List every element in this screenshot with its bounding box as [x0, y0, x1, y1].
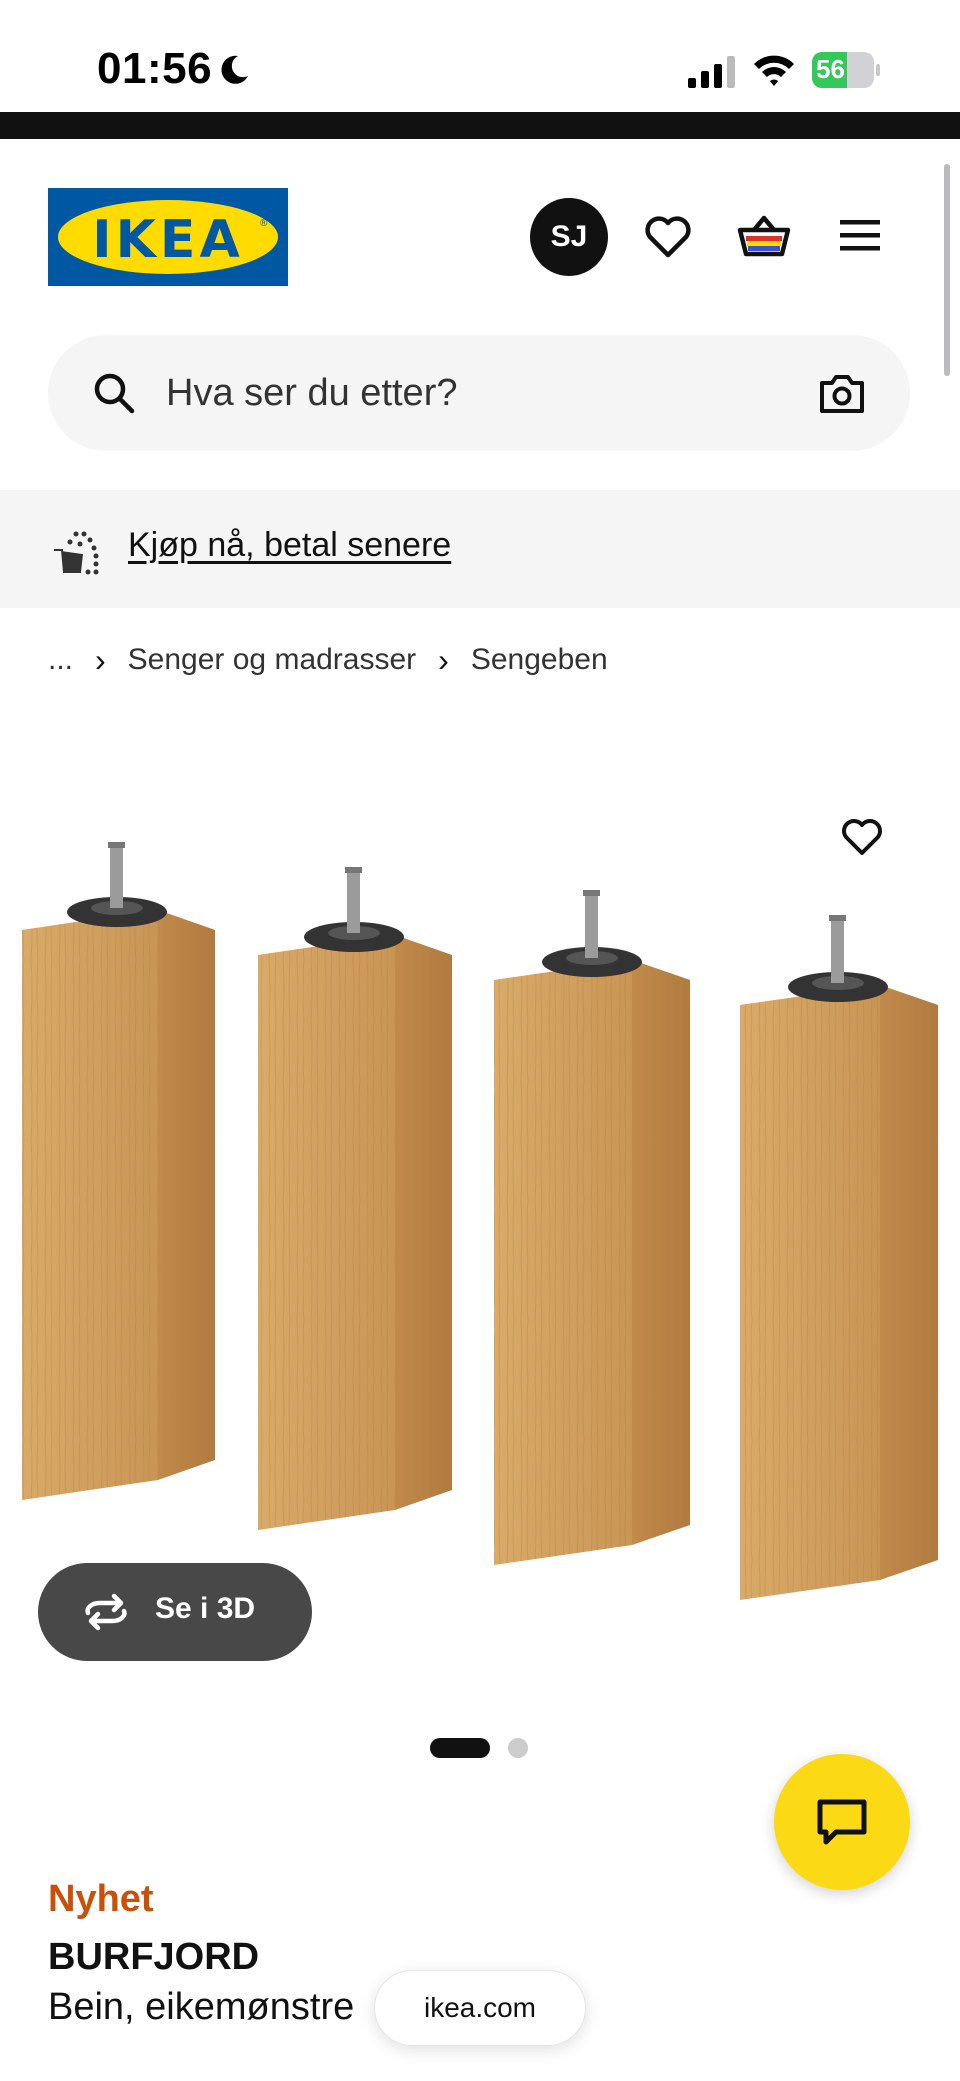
bed-leg-1 [22, 842, 215, 1500]
shopping-basket-icon[interactable] [736, 208, 792, 264]
chat-bubble-icon [817, 1799, 867, 1845]
status-time: 01:56 [97, 44, 213, 93]
do-not-disturb-moon-icon [221, 55, 248, 84]
bed-leg-4 [740, 915, 938, 1600]
view-in-3d-button[interactable]: Se i 3D [38, 1563, 312, 1661]
rotate-3d-icon [85, 1593, 127, 1631]
camera-search-icon[interactable] [818, 371, 866, 415]
chevron-right-icon: › [95, 641, 106, 678]
status-bar: 01:56 56 [0, 0, 960, 112]
promo-banner: Kjøp nå, betal senere [0, 490, 960, 608]
chat-button[interactable] [774, 1754, 910, 1890]
carousel-dot-active[interactable] [430, 1738, 490, 1758]
buy-now-pay-later-link[interactable]: Kjøp nå, betal senere [128, 526, 451, 565]
browser-url-pill[interactable]: ikea.com [374, 1970, 586, 2046]
search-bar[interactable] [48, 335, 910, 451]
browser-top-bar [0, 112, 960, 139]
battery-percent: 56 [816, 54, 845, 84]
chevron-right-icon: › [438, 641, 449, 678]
battery-icon: 56 [812, 52, 880, 88]
bed-leg-3 [494, 890, 690, 1565]
bed-leg-2 [258, 867, 452, 1530]
carousel-dot[interactable] [508, 1738, 528, 1758]
product-name: BURFJORD [48, 1936, 260, 1978]
scrollbar[interactable] [944, 164, 950, 376]
wifi-icon [754, 55, 794, 86]
hamburger-menu-icon[interactable] [834, 208, 890, 264]
breadcrumb-item-bed-legs[interactable]: Sengeben [471, 643, 608, 677]
breadcrumb-item-beds-mattresses[interactable]: Senger og madrasser [128, 643, 417, 677]
breadcrumb-ellipsis[interactable]: ... [48, 643, 73, 677]
search-icon [94, 373, 135, 414]
search-input[interactable] [166, 363, 726, 423]
logo-text: IKEA [92, 210, 244, 270]
user-avatar[interactable]: SJ [530, 198, 608, 276]
cellular-signal-icon [688, 56, 735, 88]
view-in-3d-label: Se i 3D [155, 1592, 256, 1625]
ikea-logo[interactable]: IKEA ® [48, 188, 288, 286]
product-description: Bein, eikemønstre [48, 1986, 355, 2028]
save-favorite-heart-icon[interactable] [838, 812, 886, 860]
new-badge: Nyhet [48, 1878, 154, 1920]
heart-icon[interactable] [640, 208, 696, 264]
breadcrumb: ... › Senger og madrasser › Sengeben [48, 640, 608, 680]
pay-later-icon [54, 531, 99, 575]
